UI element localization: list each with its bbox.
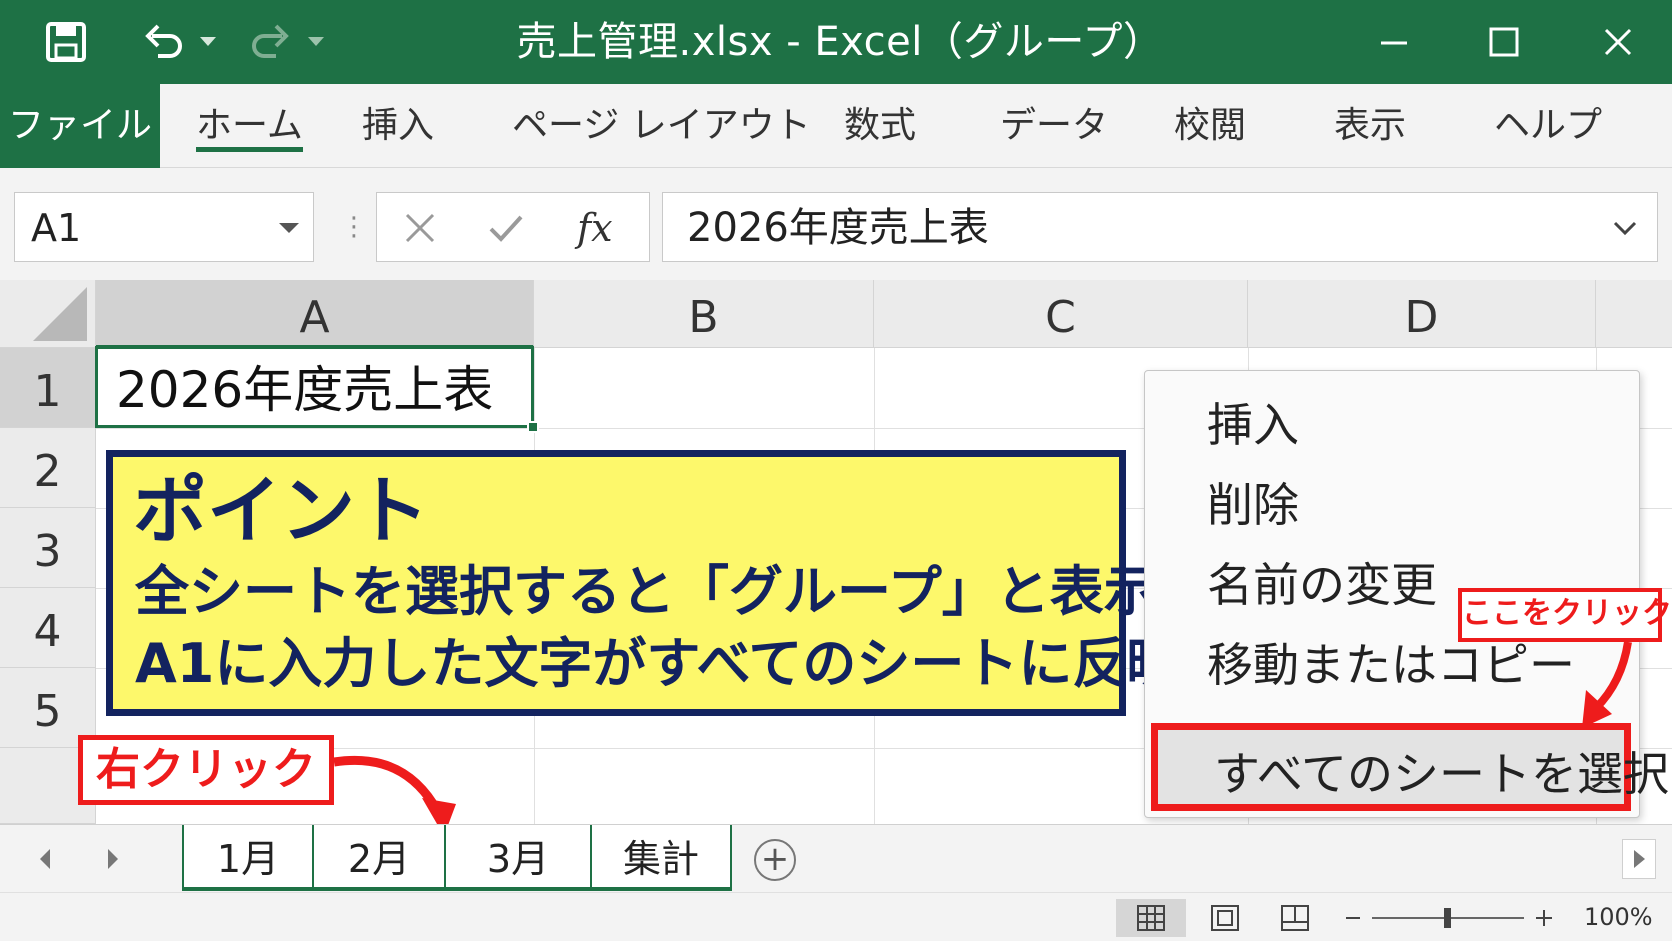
tab-view[interactable]: 表示 — [1334, 84, 1406, 168]
normal-view-icon[interactable] — [1116, 899, 1186, 937]
sheet-tab-feb[interactable]: 2月 — [314, 825, 446, 891]
column-header-b[interactable]: B — [534, 280, 874, 348]
horizontal-scroll-right[interactable] — [1622, 839, 1656, 879]
point-callout: ポイント 全シートを選択すると「グループ」と表示 A1に入力した文字がすべてのシ… — [106, 450, 1180, 716]
sheet-tab-summary[interactable]: 集計 — [592, 825, 732, 891]
callout-line-2: A1に入力した文字がすべてのシートに反映 — [135, 632, 1181, 695]
add-sheet-icon[interactable]: + — [754, 839, 796, 881]
right-click-label: 右クリック — [78, 735, 334, 805]
click-here-label: ここをクリック — [1458, 588, 1672, 642]
cell-a1[interactable]: 2026年度売上表 — [95, 346, 539, 433]
status-bar: 100% — [0, 892, 1672, 941]
callout-line-1: 全シートを選択すると「グループ」と表示 — [135, 560, 1158, 623]
menu-item-delete[interactable]: 削除 — [1207, 465, 1299, 545]
close-icon[interactable] — [1590, 14, 1646, 70]
ribbon-tabs: ファイル ホーム 挿入 ページ レイアウト 数式 データ 校閲 表示 ヘルプ — [0, 84, 1672, 168]
enter-check-icon[interactable] — [487, 193, 525, 293]
grip-dots-icon: ⋮ — [341, 212, 367, 242]
column-header-d[interactable]: D — [1248, 280, 1596, 348]
save-icon[interactable] — [38, 14, 94, 70]
zoom-slider-thumb — [1444, 908, 1451, 928]
select-all-corner[interactable] — [0, 280, 96, 348]
callout-heading: ポイント — [133, 468, 429, 554]
tab-insert[interactable]: 挿入 — [362, 84, 434, 168]
sheet-tab-bar: 1月 2月 3月 集計 + — [0, 824, 1672, 892]
menu-item-insert[interactable]: 挿入 — [1207, 385, 1299, 465]
tab-file[interactable]: ファイル — [0, 84, 160, 168]
tab-review[interactable]: 校閲 — [1174, 84, 1246, 168]
column-header-a[interactable]: A — [96, 280, 534, 348]
cancel-icon[interactable] — [403, 193, 437, 293]
redo-dropdown-icon[interactable] — [304, 14, 328, 70]
tab-formulas[interactable]: 数式 — [844, 84, 916, 168]
menu-item-select-all-sheets[interactable]: すべてのシートを選択 — [1151, 723, 1669, 811]
expand-chevron-icon[interactable] — [1611, 213, 1639, 247]
row-header-3[interactable]: 3 — [0, 508, 96, 588]
sheet-tab-mar[interactable]: 3月 — [446, 825, 592, 891]
formula-buttons: fx — [376, 192, 650, 262]
column-header-e[interactable] — [1596, 280, 1672, 348]
prev-sheet-icon[interactable] — [36, 845, 54, 877]
function-icon[interactable]: fx — [577, 193, 613, 263]
tab-page-layout[interactable]: ページ レイアウト — [512, 84, 811, 168]
tab-data[interactable]: データ — [1000, 84, 1108, 168]
page-layout-view-icon[interactable] — [1196, 899, 1254, 937]
minimize-icon[interactable] — [1366, 14, 1422, 70]
column-header-c[interactable]: C — [874, 280, 1248, 348]
zoom-slider[interactable] — [1340, 899, 1560, 937]
zoom-in-icon — [1536, 910, 1552, 926]
next-sheet-icon[interactable] — [104, 845, 122, 877]
formula-bar: A1 ⋮ fx 2026年度売上表 — [0, 168, 1672, 280]
menu-item-rename[interactable]: 名前の変更 — [1207, 545, 1437, 625]
window-title: 売上管理.xlsx - Excel（グループ） — [516, 19, 1164, 65]
undo-icon[interactable] — [136, 14, 192, 70]
row-header-4[interactable]: 4 — [0, 588, 96, 668]
formula-input[interactable]: 2026年度売上表 — [662, 192, 1658, 262]
formula-value: 2026年度売上表 — [687, 205, 989, 251]
fill-handle[interactable] — [527, 421, 539, 433]
row-header-1[interactable]: 1 — [0, 348, 96, 428]
sheet-tab-jan[interactable]: 1月 — [182, 825, 314, 891]
page-break-view-icon[interactable] — [1266, 899, 1324, 937]
cell-a1-value: 2026年度売上表 — [116, 361, 494, 419]
maximize-icon[interactable] — [1476, 14, 1532, 70]
chevron-down-icon[interactable] — [279, 223, 299, 233]
tab-help[interactable]: ヘルプ — [1494, 84, 1602, 168]
redo-icon[interactable] — [242, 14, 298, 70]
title-bar: 売上管理.xlsx - Excel（グループ） — [0, 0, 1672, 84]
name-box[interactable]: A1 — [14, 192, 314, 262]
name-box-value: A1 — [31, 206, 82, 250]
zoom-level[interactable]: 100% — [1584, 893, 1653, 942]
row-header-2[interactable]: 2 — [0, 428, 96, 508]
tab-home[interactable]: ホーム — [196, 84, 303, 168]
undo-dropdown-icon[interactable] — [196, 14, 220, 70]
